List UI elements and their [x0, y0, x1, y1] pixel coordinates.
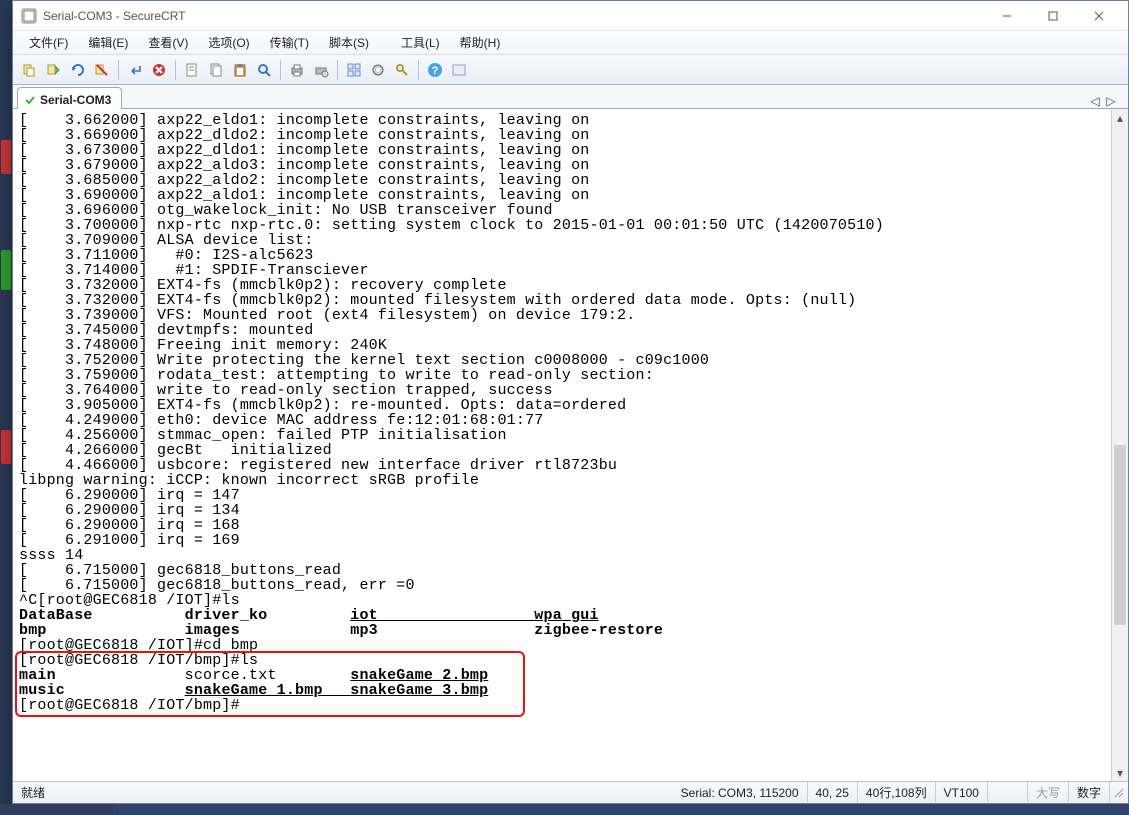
resize-grip-icon[interactable] [1110, 787, 1128, 799]
tabstrip: Serial-COM3 ◁ ▷ [13, 85, 1128, 109]
app-icon [21, 8, 37, 24]
tb-properties-icon[interactable] [181, 59, 203, 81]
status-conn: Serial: COM3, 115200 [673, 782, 808, 803]
menu-transfer[interactable]: 传输(T) [260, 31, 319, 54]
tb-key-icon[interactable] [391, 59, 413, 81]
menubar: 文件(F) 编辑(E) 查看(V) 选项(O) 传输(T) 脚本(S) 工具(L… [13, 31, 1128, 55]
tb-paste-icon[interactable] [229, 59, 251, 81]
svg-text:?: ? [432, 65, 439, 77]
tb-connect-icon[interactable] [19, 59, 41, 81]
scrollbar-track[interactable] [1112, 126, 1128, 764]
terminal-area: [ 3.662000] axp22_eldo1: incomplete cons… [13, 109, 1128, 781]
tb-about-icon[interactable] [448, 59, 470, 81]
titlebar: Serial-COM3 - SecureCRT [13, 1, 1128, 31]
tb-reconnect-icon[interactable] [67, 59, 89, 81]
menu-view[interactable]: 查看(V) [138, 31, 198, 54]
status-caps: 大写 [1028, 782, 1069, 803]
status-term: VT100 [936, 782, 988, 803]
status-size: 40行,108列 [858, 782, 936, 803]
tb-print-icon[interactable] [286, 59, 308, 81]
status-check-icon [24, 94, 36, 106]
taskbar-hint [0, 804, 1129, 815]
scrollbar-up-icon[interactable]: ▴ [1112, 109, 1128, 126]
tb-print-setup-icon[interactable] [310, 59, 332, 81]
tb-enter-icon[interactable] [124, 59, 146, 81]
tb-find-icon[interactable] [253, 59, 275, 81]
tb-gear-icon[interactable] [367, 59, 389, 81]
window-title: Serial-COM3 - SecureCRT [43, 9, 984, 23]
minimize-button[interactable] [984, 1, 1030, 31]
terminal[interactable]: [ 3.662000] axp22_eldo1: incomplete cons… [13, 109, 1111, 781]
status-num: 数字 [1069, 782, 1110, 803]
session-tab[interactable]: Serial-COM3 [17, 87, 122, 109]
scrollbar-down-icon[interactable]: ▾ [1112, 764, 1128, 781]
tb-cancel-icon[interactable] [148, 59, 170, 81]
maximize-button[interactable] [1030, 1, 1076, 31]
background-left-strip [0, 0, 12, 815]
app-window: Serial-COM3 - SecureCRT 文件(F) 编辑(E) 查看(V… [12, 0, 1129, 804]
tb-help-icon[interactable]: ? [424, 59, 446, 81]
menu-tools[interactable]: 工具(L) [391, 31, 450, 54]
session-tab-label: Serial-COM3 [40, 93, 111, 107]
scrollbar-thumb[interactable] [1114, 445, 1126, 625]
tb-copy-icon[interactable] [205, 59, 227, 81]
tb-quick-icon[interactable] [43, 59, 65, 81]
toolbar: ? [13, 55, 1128, 85]
tb-tile-icon[interactable] [343, 59, 365, 81]
status-ready: 就绪 [13, 782, 53, 803]
menu-options[interactable]: 选项(O) [198, 31, 259, 54]
tb-disconnect-icon[interactable] [91, 59, 113, 81]
status-cursor-pos: 40, 25 [808, 782, 858, 803]
tab-prev-button[interactable]: ◁ [1088, 94, 1102, 108]
statusbar: 就绪 Serial: COM3, 115200 40, 25 40行,108列 … [13, 781, 1128, 803]
menu-file[interactable]: 文件(F) [19, 31, 78, 54]
scrollbar-vertical[interactable]: ▴ ▾ [1111, 109, 1128, 781]
tab-nav-arrows: ◁ ▷ [1088, 94, 1124, 108]
menu-edit[interactable]: 编辑(E) [78, 31, 138, 54]
menu-script[interactable]: 脚本(S) [319, 31, 379, 54]
tab-next-button[interactable]: ▷ [1104, 94, 1118, 108]
menu-help[interactable]: 帮助(H) [450, 31, 511, 54]
close-button[interactable] [1076, 1, 1122, 31]
